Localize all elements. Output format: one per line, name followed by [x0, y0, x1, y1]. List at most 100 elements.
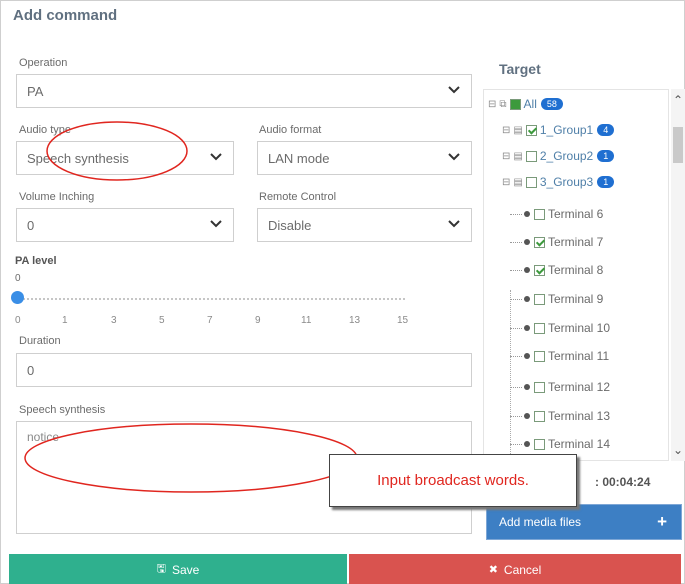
chevron-down-icon — [210, 153, 222, 161]
pa-level-slider-handle[interactable] — [11, 291, 24, 304]
speech-synthesis-label: Speech synthesis — [19, 404, 106, 416]
tree-node-terminal[interactable]: Terminal 6 — [510, 201, 603, 227]
chevron-down-icon — [448, 86, 460, 94]
expand-icon[interactable]: ⊟ — [502, 125, 510, 136]
tree-node-terminal[interactable]: Terminal 13 — [510, 403, 610, 429]
duration-label: Duration — [19, 335, 61, 347]
target-scrollbar[interactable]: ⌃ ⌄ — [671, 89, 685, 461]
count-badge: 58 — [540, 98, 563, 110]
group-checkbox[interactable] — [525, 176, 537, 188]
tree-connector — [510, 241, 522, 243]
group-label: 3_Group3 — [539, 175, 594, 189]
tree-node-group[interactable]: ⊟ ▤ 3_Group3 1 — [502, 169, 615, 195]
audio-type-value: Speech synthesis — [27, 150, 129, 166]
speech-synthesis-value: notice — [27, 430, 60, 444]
expand-icon[interactable]: ⊟ — [488, 99, 496, 110]
chevron-down-icon[interactable]: ⌄ — [673, 443, 683, 457]
tree-node-terminal[interactable]: Terminal 12 — [510, 374, 610, 400]
cancel-label: Cancel — [503, 562, 542, 577]
tree-node-group[interactable]: ⊟ ▤ 1_Group1 4 — [502, 117, 615, 143]
tree-connector — [510, 213, 522, 215]
terminal-label: Terminal 6 — [548, 207, 604, 221]
chevron-up-icon[interactable]: ⌃ — [673, 93, 683, 107]
cancel-button[interactable]: ✖ Cancel — [349, 554, 681, 584]
all-checkbox[interactable] — [509, 98, 521, 110]
pa-level-tick: 5 — [159, 315, 165, 326]
duration-value: 0 — [27, 362, 35, 378]
operation-select[interactable]: PA — [16, 74, 472, 108]
speaker-group-icon: ▤ — [513, 176, 523, 188]
expand-icon[interactable]: ⊟ — [502, 151, 510, 162]
terminal-label: Terminal 14 — [548, 437, 611, 451]
terminal-checkbox[interactable] — [534, 381, 545, 393]
audio-format-select[interactable]: LAN mode — [257, 141, 472, 175]
terminal-checkbox[interactable] — [534, 236, 545, 248]
tree-node-terminal[interactable]: Terminal 11 — [510, 343, 609, 369]
remote-control-value: Disable — [268, 217, 312, 233]
audio-format-label: Audio format — [259, 124, 322, 136]
pa-level-current-value: 0 — [15, 273, 21, 284]
group-checkbox[interactable] — [525, 150, 537, 162]
tree-node-group[interactable]: ⊟ ▤ 2_Group2 1 — [502, 143, 615, 169]
group-label: 1_Group1 — [539, 123, 594, 137]
audio-type-select[interactable]: Speech synthesis — [16, 141, 234, 175]
all-label: All — [523, 97, 537, 111]
expand-icon[interactable]: ⊟ — [502, 177, 510, 188]
terminal-label: Terminal 9 — [548, 292, 604, 306]
terminal-checkbox[interactable] — [534, 350, 545, 362]
pa-level-tick: 1 — [62, 315, 68, 326]
terminal-checkbox[interactable] — [534, 293, 545, 305]
speaker-group-icon: ▤ — [513, 124, 523, 136]
pa-level-label: PA level — [15, 255, 57, 267]
pa-level-tick: 0 — [15, 315, 21, 326]
tree-connector — [510, 386, 522, 388]
audio-format-value: LAN mode — [268, 150, 330, 166]
tree-node-terminal[interactable]: Terminal 8 — [510, 257, 603, 283]
save-button[interactable]: 🖫 Save — [9, 554, 347, 584]
pa-level-tick: 3 — [111, 315, 117, 326]
chevron-down-icon — [448, 153, 460, 161]
terminal-checkbox[interactable] — [534, 410, 545, 422]
scrollbar-thumb[interactable] — [673, 127, 683, 163]
pa-level-tick: 9 — [255, 315, 261, 326]
terminal-checkbox[interactable] — [534, 208, 545, 220]
terminal-label: Terminal 13 — [548, 409, 611, 423]
terminal-label: Terminal 12 — [548, 380, 611, 394]
terminal-label: Terminal 10 — [548, 321, 611, 335]
tree-node-terminal[interactable]: Terminal 10 — [510, 315, 610, 341]
tree-connector — [510, 415, 522, 417]
operation-label: Operation — [19, 57, 68, 69]
group-label: 2_Group2 — [539, 149, 594, 163]
tree-node-terminal[interactable]: Terminal 9 — [510, 286, 603, 312]
tree-connector — [510, 298, 522, 300]
target-tree: ⊟ ⧉ All 58 ⊟ ▤ 1_Group1 4 ⊟ ▤ 2_Group2 1… — [483, 89, 669, 461]
add-media-files-label: Add media files — [499, 515, 582, 529]
close-icon: ✖ — [488, 564, 498, 576]
duration-input[interactable]: 0 — [16, 353, 472, 387]
terminal-icon — [524, 239, 530, 245]
terminal-checkbox[interactable] — [534, 438, 545, 450]
terminal-icon — [524, 296, 530, 302]
terminal-icon — [524, 267, 530, 273]
terminal-icon — [524, 353, 530, 359]
pa-level-slider-track[interactable] — [19, 298, 405, 300]
count-badge: 1 — [597, 176, 615, 188]
terminal-label: Terminal 8 — [548, 263, 604, 277]
remote-control-select[interactable]: Disable — [257, 208, 472, 242]
group-checkbox[interactable] — [525, 124, 537, 136]
tree-node-terminal[interactable]: Terminal 7 — [510, 229, 603, 255]
operation-value: PA — [27, 83, 44, 99]
count-badge: 1 — [597, 150, 615, 162]
duration-timer: : 00:04:24 — [595, 475, 651, 489]
volume-inching-value: 0 — [27, 217, 35, 233]
annotation-callout: Input broadcast words. — [329, 454, 577, 507]
terminal-checkbox[interactable] — [534, 264, 545, 276]
terminal-icon — [524, 441, 530, 447]
terminal-checkbox[interactable] — [534, 322, 545, 334]
network-icon: ⧉ — [499, 98, 507, 110]
tree-connector — [510, 327, 522, 329]
tree-node-all[interactable]: ⊟ ⧉ All 58 — [488, 91, 563, 117]
volume-inching-select[interactable]: 0 — [16, 208, 234, 242]
chevron-down-icon — [210, 220, 222, 228]
add-media-files-button[interactable]: Add media files + — [486, 504, 682, 540]
